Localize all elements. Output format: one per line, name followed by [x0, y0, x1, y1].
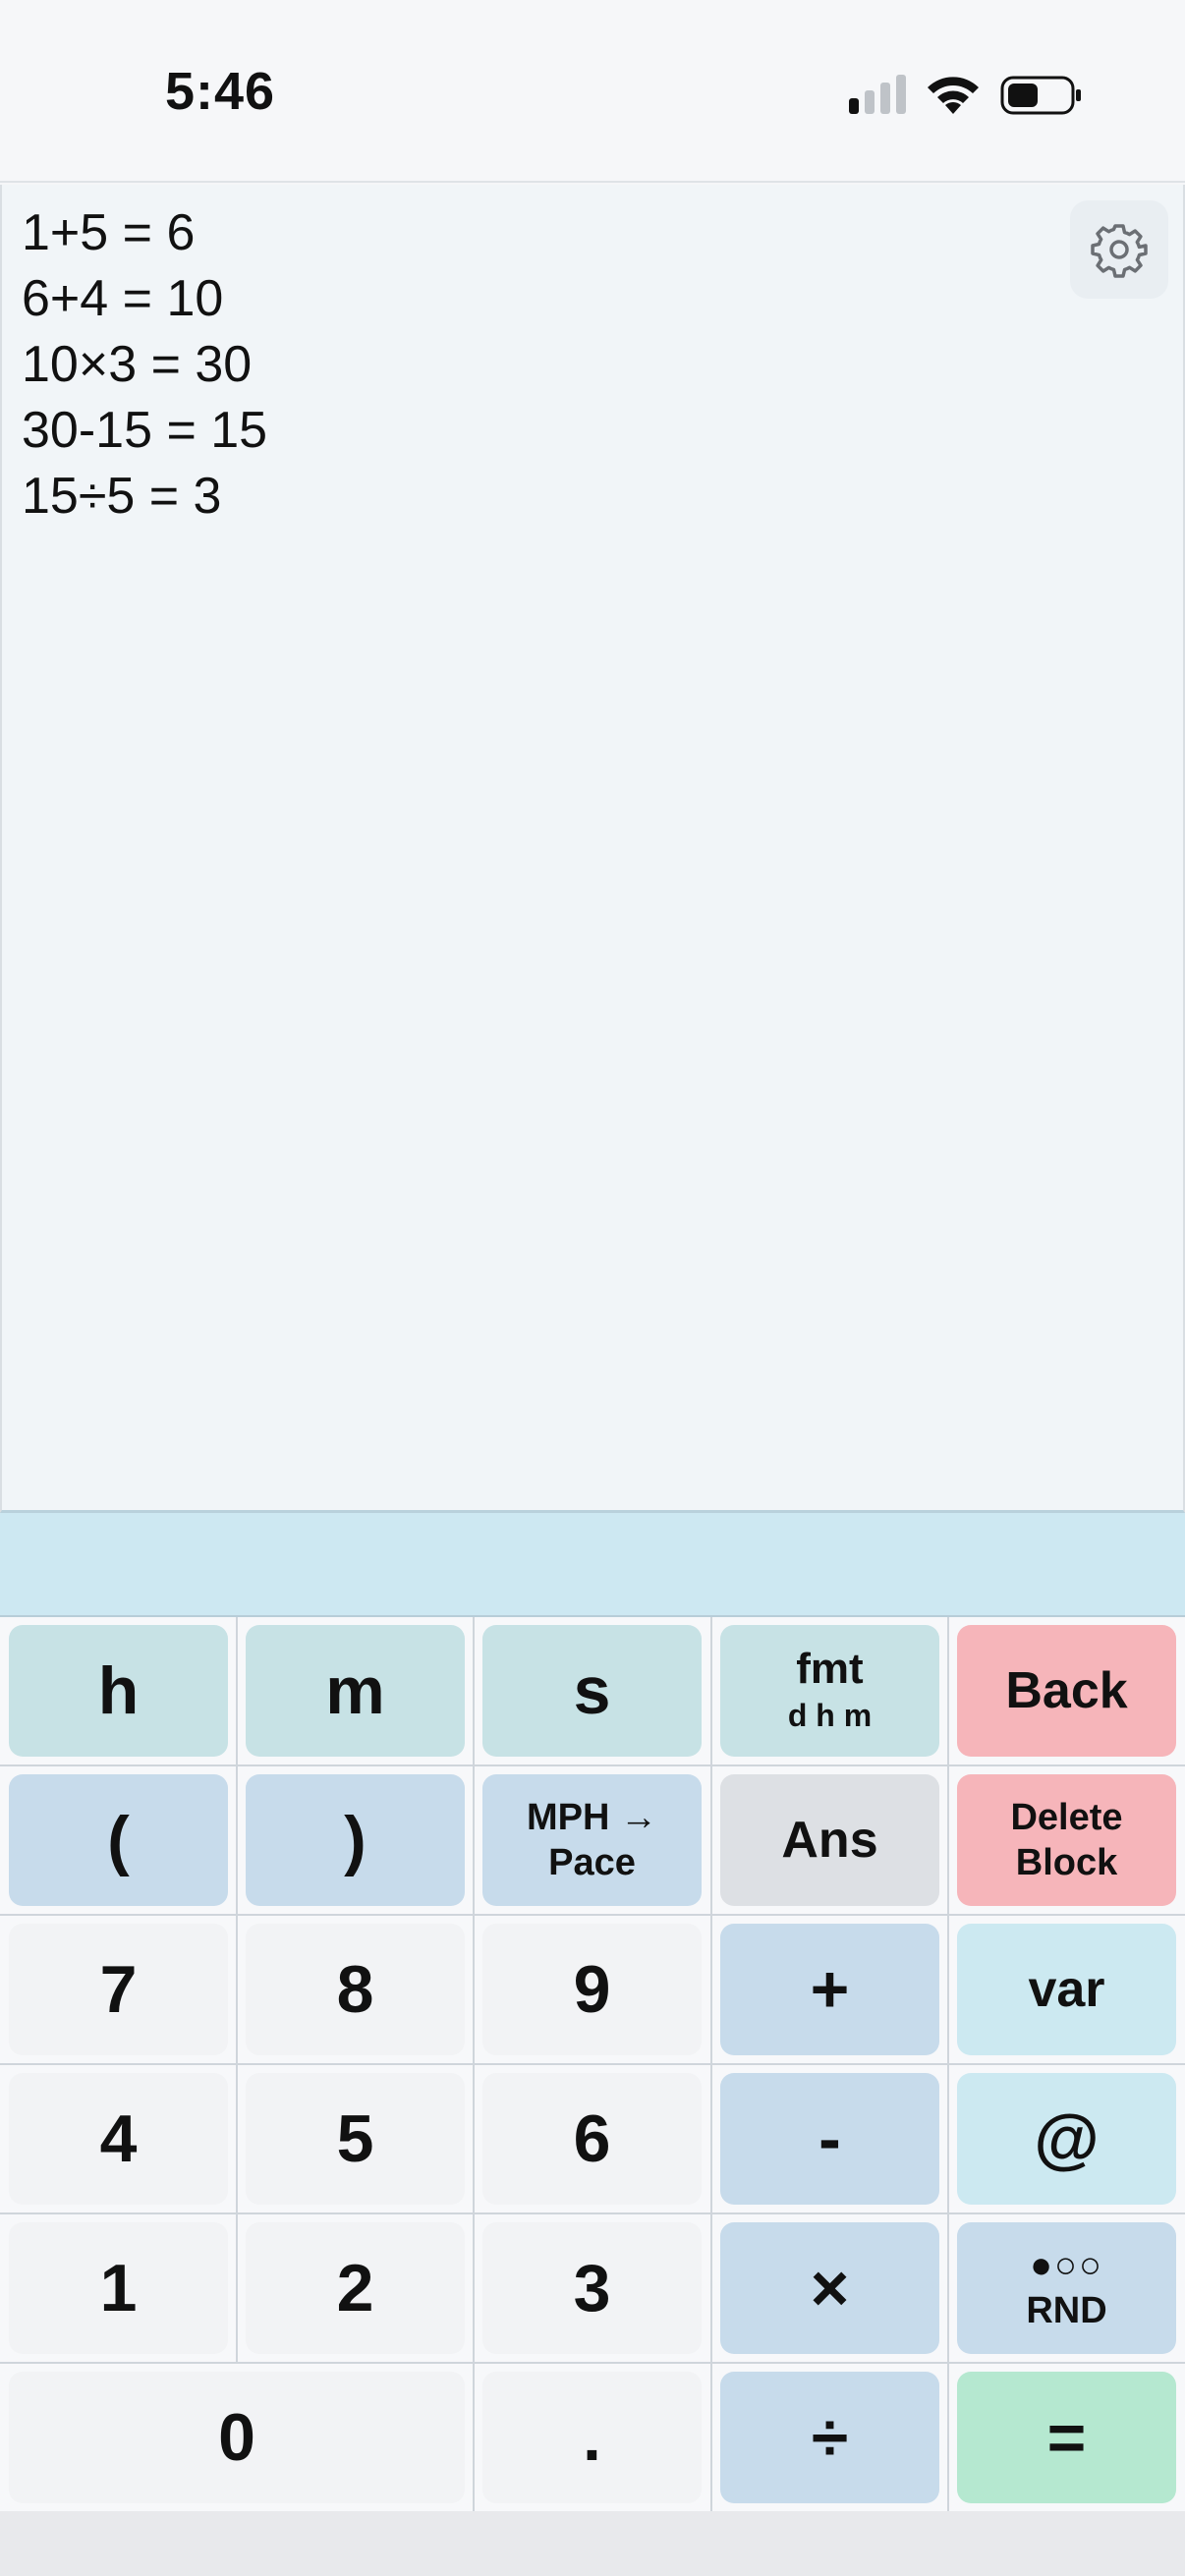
format-key-label: fmt [796, 1645, 864, 1693]
mph-key-label: MPH → [527, 1797, 657, 1838]
hours-key[interactable]: h [9, 1625, 228, 1757]
gear-icon [1091, 224, 1148, 278]
digit-8-key[interactable]: 8 [246, 1924, 465, 2055]
multiply-key[interactable]: × [720, 2222, 939, 2354]
digit-2-key[interactable]: 2 [246, 2222, 465, 2354]
digit-6-key[interactable]: 6 [482, 2073, 702, 2205]
status-bar: 5:46 [0, 0, 1185, 183]
digit-4-key[interactable]: 4 [9, 2073, 228, 2205]
decimal-key[interactable]: . [482, 2372, 702, 2503]
expression-input[interactable] [0, 1513, 1185, 1617]
settings-button[interactable] [1070, 200, 1168, 299]
grid-divider [236, 1617, 238, 2362]
history-line[interactable]: 15÷5 = 3 [22, 464, 267, 530]
mph-to-pace-key[interactable]: MPH → Pace [482, 1774, 702, 1906]
keypad: h m s fmt d h m Back ( ) MPH → Pace Ans … [0, 1617, 1185, 2511]
history-list: 1+5 = 6 6+4 = 10 10×3 = 30 30-15 = 15 15… [22, 200, 267, 530]
digit-5-key[interactable]: 5 [246, 2073, 465, 2205]
delete-key-sublabel: Block [1015, 1842, 1118, 1883]
back-button[interactable]: Back [957, 1625, 1176, 1757]
plus-key[interactable]: + [720, 1924, 939, 2055]
bottom-bar [0, 2511, 1185, 2576]
minus-key[interactable]: - [720, 2073, 939, 2205]
grid-divider [0, 1764, 1185, 1766]
grid-divider [0, 1914, 1185, 1916]
digit-1-key[interactable]: 1 [9, 2222, 228, 2354]
divide-key[interactable]: ÷ [720, 2372, 939, 2503]
delete-block-button[interactable]: Delete Block [957, 1774, 1176, 1906]
format-key-sublabel: d h m [787, 1698, 873, 1733]
at-key[interactable]: @ [957, 2073, 1176, 2205]
history-line[interactable]: 10×3 = 30 [22, 332, 267, 398]
digit-3-key[interactable]: 3 [482, 2222, 702, 2354]
grid-divider [0, 2063, 1185, 2065]
grid-divider [0, 2212, 1185, 2214]
format-key[interactable]: fmt d h m [720, 1625, 939, 1757]
history-line[interactable]: 1+5 = 6 [22, 200, 267, 266]
var-key[interactable]: var [957, 1924, 1176, 2055]
grid-divider [0, 2362, 1185, 2364]
ans-key[interactable]: Ans [720, 1774, 939, 1906]
round-key[interactable]: ●○○ RND [957, 2222, 1176, 2354]
history-panel: 1+5 = 6 6+4 = 10 10×3 = 30 30-15 = 15 15… [0, 185, 1185, 1513]
history-line[interactable]: 6+4 = 10 [22, 266, 267, 332]
equals-key[interactable]: = [957, 2372, 1176, 2503]
digit-7-key[interactable]: 7 [9, 1924, 228, 2055]
battery-icon [1000, 76, 1081, 115]
round-indicator: ●○○ [1030, 2245, 1103, 2286]
status-time: 5:46 [165, 62, 276, 121]
round-key-label: RND [1026, 2290, 1107, 2331]
digit-9-key[interactable]: 9 [482, 1924, 702, 2055]
mph-key-sublabel: Pace [548, 1842, 636, 1883]
history-line[interactable]: 30-15 = 15 [22, 398, 267, 464]
delete-key-label: Delete [1010, 1797, 1123, 1838]
open-paren-key[interactable]: ( [9, 1774, 228, 1906]
seconds-key[interactable]: s [482, 1625, 702, 1757]
minutes-key[interactable]: m [246, 1625, 465, 1757]
close-paren-key[interactable]: ) [246, 1774, 465, 1906]
wifi-icon [928, 77, 979, 114]
cellular-signal-icon [849, 75, 906, 114]
digit-0-key[interactable]: 0 [9, 2372, 465, 2503]
